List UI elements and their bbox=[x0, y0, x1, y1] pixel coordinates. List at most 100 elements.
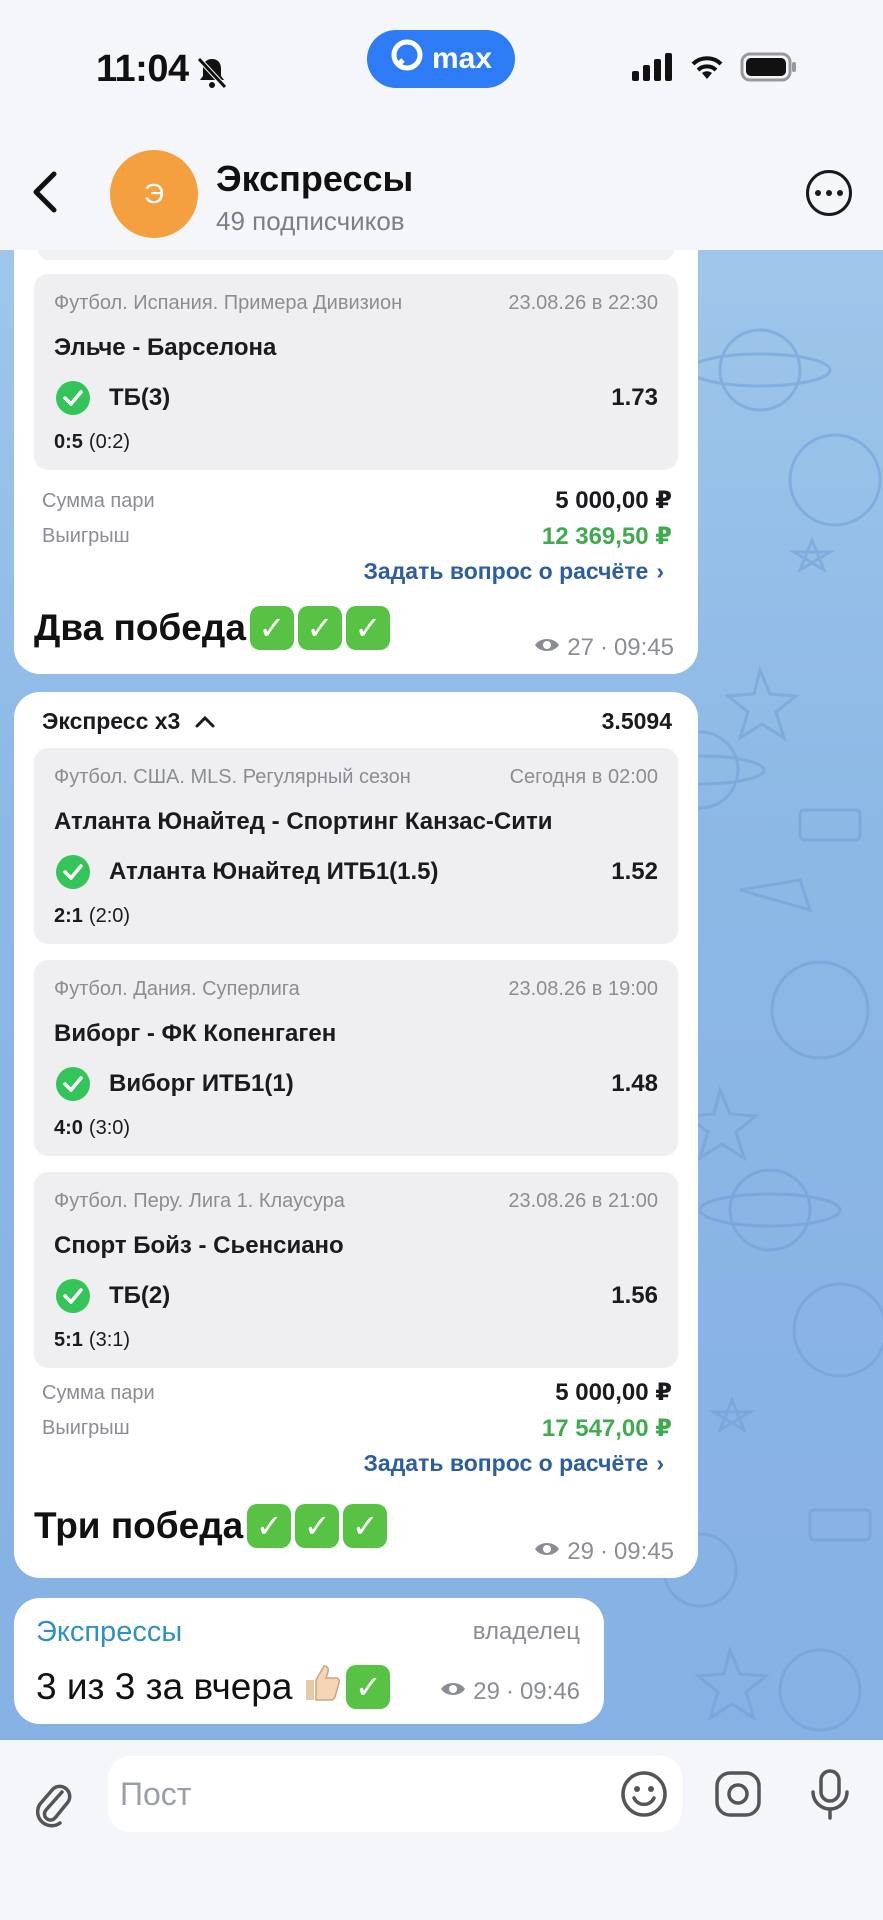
bet-date: 23.08.26 в 22:30 bbox=[508, 292, 658, 314]
final-score: 4:0 bbox=[54, 1117, 83, 1139]
caption-text: Три победа bbox=[34, 1505, 244, 1546]
win-label: Выигрыш bbox=[42, 525, 130, 547]
emoji-button[interactable] bbox=[620, 1770, 668, 1823]
check-icon bbox=[56, 1279, 90, 1313]
bet-card[interactable]: Футбол. Дания. Суперлига 23.08.26 в 19:0… bbox=[34, 960, 678, 1156]
bet-card[interactable]: Футбол. США. MLS. Регулярный сезон Сегод… bbox=[34, 748, 678, 944]
check-emoji-icon: ✓ bbox=[346, 1664, 391, 1709]
eye-icon bbox=[533, 634, 561, 662]
bet-card[interactable]: Футбол. Испания. Примера Дивизион 23.08.… bbox=[34, 274, 678, 470]
stake-label: Сумма пари bbox=[42, 1382, 155, 1404]
microphone-icon bbox=[811, 1769, 849, 1820]
meta-separator: · bbox=[599, 1538, 608, 1565]
bet-message-2[interactable]: Экспресс x3 3.5094 Футбол. США. MLS. Рег… bbox=[14, 692, 698, 1578]
meta-separator: · bbox=[599, 634, 608, 661]
check-emoji-icon: ✓ bbox=[249, 606, 294, 650]
chevron-left-icon bbox=[33, 171, 57, 213]
half-score: (0:2) bbox=[88, 431, 131, 453]
message-meta: 29 · 09:45 bbox=[533, 1538, 674, 1566]
final-score: 5:1 bbox=[54, 1329, 83, 1351]
status-indicators bbox=[632, 52, 798, 87]
bet-odds: 1.52 bbox=[611, 858, 658, 885]
text-message[interactable]: Экспрессы владелец 3 из 3 за вчера ✓ 29 ·… bbox=[14, 1598, 604, 1724]
bet-score: 0:5 (0:2) bbox=[54, 431, 130, 454]
bet-card[interactable]: Футбол. Перу. Лига 1. Клаусура 23.08.26 … bbox=[34, 1172, 678, 1368]
express-title: Экспресс x3 bbox=[42, 708, 181, 734]
bet-league: Футбол. США. MLS. Регулярный сезон bbox=[54, 766, 411, 788]
final-score: 2:1 bbox=[54, 905, 83, 927]
bet-message-1[interactable]: Футбол. Испания. Примера Дивизион 23.08.… bbox=[14, 220, 698, 674]
ask-question-link[interactable]: Задать вопрос о расчёте › bbox=[364, 558, 665, 585]
eye-icon bbox=[439, 1678, 467, 1706]
stake-value: 5 000,00 ₽ bbox=[555, 487, 672, 514]
message-text-content: 3 из 3 за вчера bbox=[36, 1665, 293, 1707]
bet-match: Виборг - ФК Копенгаген bbox=[54, 1020, 337, 1047]
bet-date: Сегодня в 02:00 bbox=[509, 766, 658, 788]
composer-bar: Пост bbox=[0, 1740, 883, 1920]
ask-question-label: Задать вопрос о расчёте bbox=[363, 558, 649, 584]
bet-league: Футбол. Перу. Лига 1. Клаусура bbox=[54, 1190, 345, 1212]
check-icon bbox=[56, 381, 90, 415]
bet-score: 5:1 (3:1) bbox=[54, 1329, 130, 1352]
message-author[interactable]: Экспрессы bbox=[36, 1616, 182, 1649]
channel-avatar[interactable]: Э bbox=[110, 150, 198, 238]
bet-league: Футбол. Дания. Суперлига bbox=[54, 978, 300, 1000]
message-caption: Три победа ✓ ✓ ✓ bbox=[34, 1504, 388, 1548]
view-count: 29 bbox=[567, 1538, 594, 1565]
camera-button[interactable] bbox=[714, 1770, 762, 1823]
bet-match: Эльче - Барселона bbox=[54, 334, 277, 361]
bet-match: Спорт Бойз - Сьенсиано bbox=[54, 1232, 344, 1259]
camera-icon bbox=[715, 1771, 761, 1817]
signal-icon bbox=[632, 53, 674, 86]
check-icon bbox=[56, 1067, 90, 1101]
bet-odds: 1.73 bbox=[611, 384, 658, 411]
microphone-button[interactable] bbox=[808, 1768, 852, 1825]
bet-odds: 1.48 bbox=[611, 1070, 658, 1097]
post-input-placeholder: Пост bbox=[120, 1775, 192, 1812]
chevron-up-icon[interactable] bbox=[194, 708, 216, 735]
message-meta: 27 · 09:45 bbox=[533, 634, 674, 662]
bet-pick: ТБ(3) bbox=[109, 384, 171, 411]
bet-pick: Виборг ИТБ1(1) bbox=[109, 1070, 294, 1097]
more-options-button[interactable] bbox=[806, 170, 852, 216]
ask-question-link[interactable]: Задать вопрос о расчёте › bbox=[364, 1450, 665, 1477]
half-score: (3:1) bbox=[88, 1329, 131, 1351]
win-label: Выигрыш bbox=[42, 1417, 130, 1439]
check-emoji-icon: ✓ bbox=[247, 1504, 292, 1548]
bet-pick: ТБ(2) bbox=[109, 1282, 171, 1309]
view-count: 29 bbox=[473, 1678, 500, 1705]
message-meta: 29 · 09:46 bbox=[439, 1678, 580, 1706]
chevron-right-icon: › bbox=[656, 1450, 664, 1476]
stake-label: Сумма пари bbox=[42, 490, 155, 512]
express-total-odds: 3.5094 bbox=[601, 708, 672, 734]
post-input[interactable]: Пост bbox=[108, 1756, 682, 1832]
express-header[interactable]: Экспресс x3 bbox=[42, 708, 216, 735]
channel-title[interactable]: Экспрессы bbox=[216, 158, 413, 200]
message-text: 3 из 3 за вчера ✓ bbox=[36, 1660, 391, 1713]
bet-league: Футбол. Испания. Примера Дивизион bbox=[54, 292, 403, 314]
max-app-badge[interactable]: max bbox=[367, 30, 515, 88]
message-caption: Два победа ✓ ✓ ✓ bbox=[34, 606, 390, 650]
attach-button[interactable] bbox=[32, 1778, 74, 1833]
meta-separator: · bbox=[505, 1678, 514, 1705]
bet-date: 23.08.26 в 19:00 bbox=[508, 978, 658, 1000]
max-logo-icon bbox=[390, 38, 424, 80]
half-score: (3:0) bbox=[88, 1117, 131, 1139]
wifi-icon bbox=[688, 53, 726, 86]
bet-pick: Атланта Юнайтед ИТБ1(1.5) bbox=[109, 858, 439, 885]
check-emoji-icon: ✓ bbox=[343, 1504, 388, 1548]
ask-question-label: Задать вопрос о расчёте bbox=[363, 1450, 649, 1476]
eye-icon bbox=[533, 1538, 561, 1566]
stake-value: 5 000,00 ₽ bbox=[555, 1379, 672, 1406]
win-value: 17 547,00 ₽ bbox=[541, 1415, 672, 1442]
bet-date: 23.08.26 в 21:00 bbox=[508, 1190, 658, 1212]
bet-match: Атланта Юнайтед - Спортинг Канзас-Сити bbox=[54, 808, 553, 835]
check-emoji-icon: ✓ bbox=[345, 606, 390, 650]
half-score: (2:0) bbox=[88, 905, 131, 927]
back-button[interactable] bbox=[28, 168, 68, 216]
bet-score: 2:1 (2:0) bbox=[54, 905, 130, 928]
final-score: 0:5 bbox=[54, 431, 83, 453]
bet-odds: 1.56 bbox=[611, 1282, 658, 1309]
message-time: 09:45 bbox=[613, 634, 674, 661]
message-time: 09:45 bbox=[613, 1538, 674, 1565]
